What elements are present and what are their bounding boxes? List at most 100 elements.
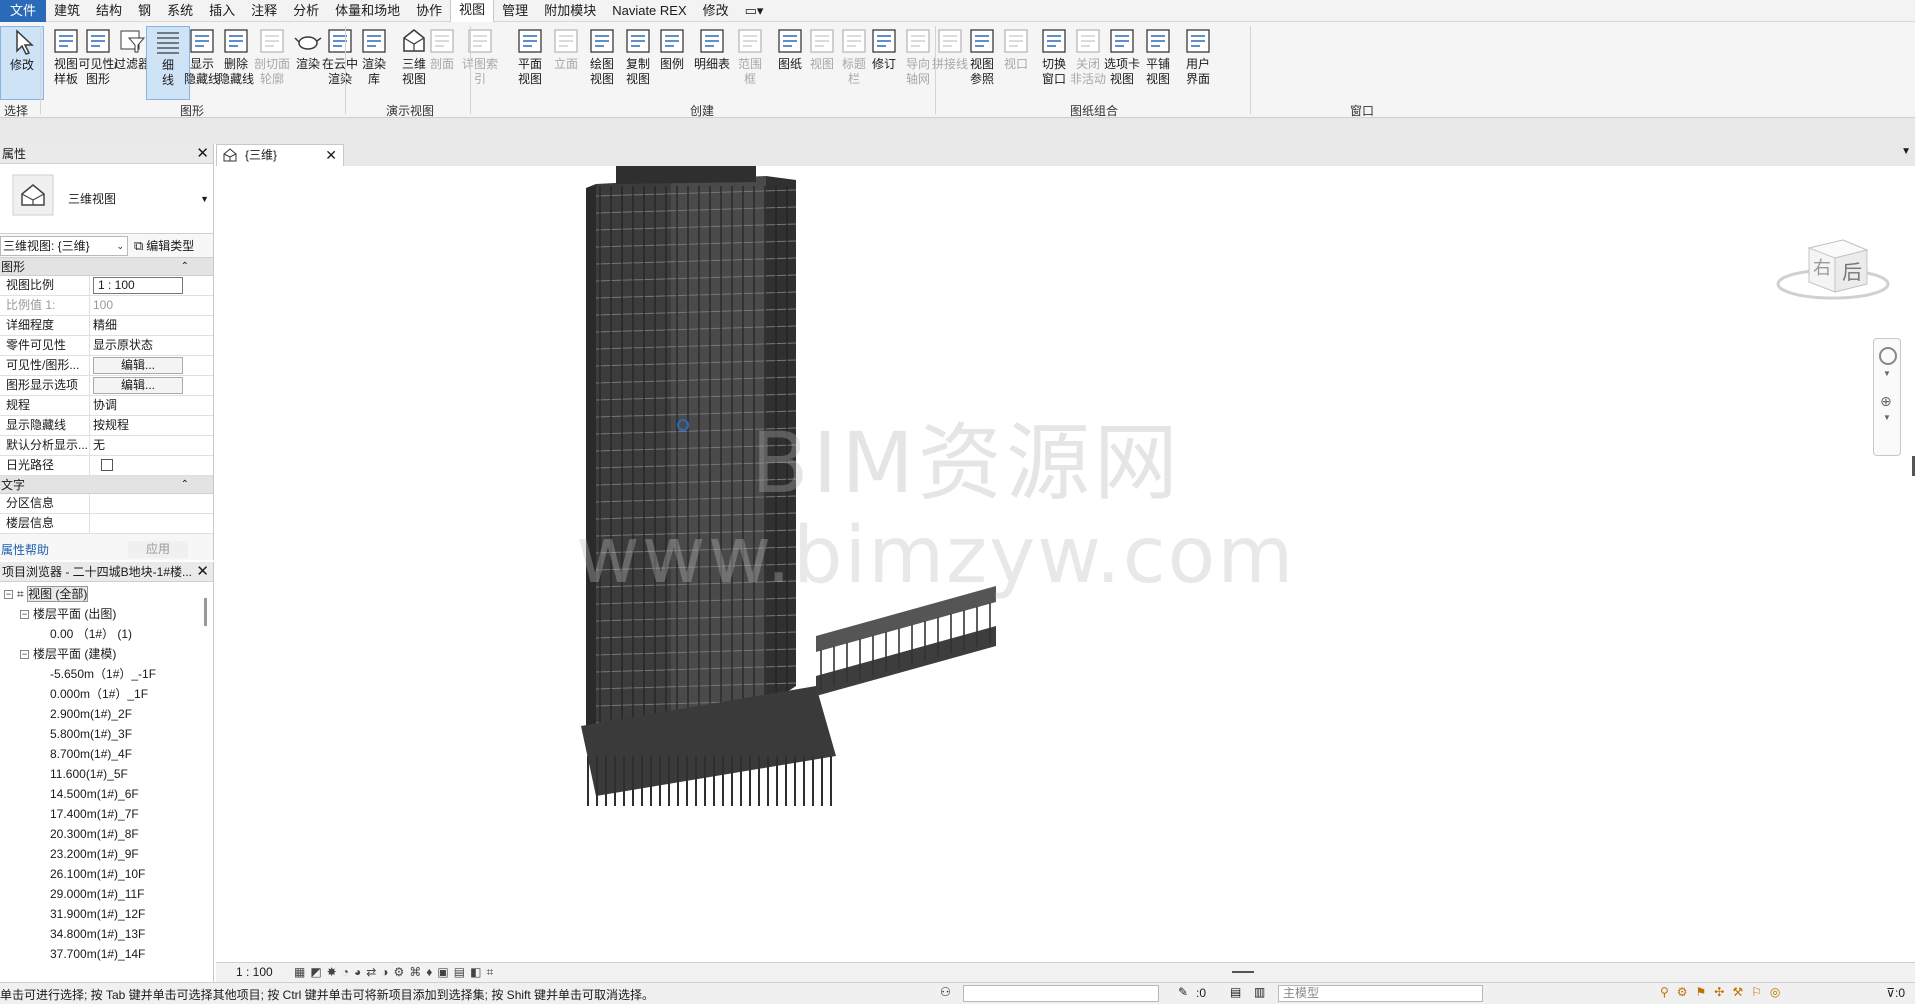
view-instance-select[interactable]: 三维视图: {三维} ⌄ <box>0 235 128 256</box>
browser-tree-item[interactable]: 29.000m(1#)_11F <box>0 884 213 904</box>
ribbon-button[interactable]: 用户 界面 <box>1176 26 1220 87</box>
collapse-icon[interactable]: ⌃ <box>181 476 189 494</box>
menu-tab[interactable]: 文件 <box>0 0 47 22</box>
menu-tab[interactable]: 钢 <box>130 0 159 22</box>
property-value[interactable]: 100 <box>90 296 184 315</box>
property-value[interactable] <box>90 456 184 475</box>
property-value[interactable] <box>90 514 184 533</box>
browser-tree-item[interactable]: 23.200m(1#)_9F <box>0 844 213 864</box>
property-value[interactable]: 协调 <box>90 396 184 415</box>
menu-tab[interactable]: 附加模块 <box>536 0 604 22</box>
ribbon-button[interactable]: 详图索引 <box>458 26 502 87</box>
property-value[interactable]: 编辑... <box>90 356 184 375</box>
menu-tab[interactable]: 协作 <box>408 0 450 22</box>
browser-tree-item[interactable]: − ⌗ 视图 (全部) <box>0 584 213 604</box>
menu-tab[interactable]: 视图 <box>450 0 495 22</box>
browser-tree-item[interactable]: 2.900m(1#)_2F <box>0 704 213 724</box>
ribbon-button[interactable]: 渲染 库 <box>352 26 396 87</box>
model-select[interactable]: 主模型 <box>1278 985 1483 1002</box>
view-control-icons[interactable]: ▦◩✸◔◕⇄◑⚙⌘♦▣▤◧⌗ <box>294 965 498 980</box>
sun-path-checkbox[interactable] <box>101 459 113 471</box>
close-icon[interactable]: ✕ <box>325 145 337 165</box>
property-value[interactable]: 显示原状态 <box>90 336 184 355</box>
property-value[interactable] <box>90 494 184 513</box>
collapse-icon[interactable]: ⌃ <box>181 258 189 276</box>
browser-tree-item[interactable]: 8.700m(1#)_4F <box>0 744 213 764</box>
close-icon[interactable]: ✕ <box>196 144 209 164</box>
browser-tree-item[interactable]: 37.700m(1#)_14F <box>0 944 213 964</box>
ribbon-button[interactable]: 修改 <box>0 26 44 100</box>
browser-tree-item[interactable]: 0.00 （1#） (1) <box>0 624 213 644</box>
ribbon-button[interactable]: 平铺 视图 <box>1136 26 1180 87</box>
properties-help-link[interactable]: 属性帮助 <box>0 543 49 557</box>
edit-button[interactable]: 编辑... <box>93 377 183 394</box>
ribbon-panel-label[interactable]: 图形 <box>180 102 204 119</box>
close-icon[interactable]: ✕ <box>196 562 209 582</box>
ribbon-button[interactable]: 范围 框 <box>728 26 772 87</box>
type-selector[interactable]: 三维视图 ▼ <box>0 164 213 234</box>
ribbon-panel-label[interactable]: 选择 <box>4 102 28 119</box>
browser-tree-item[interactable]: -5.650m（1#）_-1F <box>0 664 213 684</box>
edit-button[interactable]: 编辑... <box>93 357 183 374</box>
property-section-header[interactable]: 图形 ⌃ <box>0 258 213 276</box>
property-value[interactable]: 无 <box>90 436 184 455</box>
property-value[interactable]: 精细 <box>90 316 184 335</box>
workset-select[interactable] <box>963 985 1159 1002</box>
property-section-header[interactable]: 文字 ⌃ <box>0 476 213 494</box>
ribbon-button[interactable]: 图例 <box>650 26 694 72</box>
menu-tab[interactable]: 插入 <box>201 0 243 22</box>
editable-only-icon[interactable]: ✎ <box>1178 985 1188 999</box>
menu-tab[interactable]: 注释 <box>243 0 285 22</box>
tab-3d-view[interactable]: {三维} ✕ <box>216 144 344 166</box>
browser-tree-item[interactable]: 34.800m(1#)_13F <box>0 924 213 944</box>
filter-count[interactable]: ⊽:0 <box>1886 986 1905 1000</box>
browser-tree-item[interactable]: 31.900m(1#)_12F <box>0 904 213 924</box>
menu-tab[interactable]: 管理 <box>494 0 536 22</box>
viewcube-face[interactable]: 后 <box>1842 260 1862 284</box>
selection-option-icons[interactable]: ⚲⚙⚑✣⚒⚐◎ <box>1660 985 1788 999</box>
viewcube[interactable]: 后 右 <box>1773 226 1893 316</box>
horizontal-scrollbar-thumb[interactable] <box>1232 971 1254 973</box>
browser-tree-item[interactable]: 14.500m(1#)_6F <box>0 784 213 804</box>
scrollbar-thumb[interactable] <box>204 598 207 626</box>
ribbon-panel-label[interactable]: 创建 <box>690 102 714 119</box>
zoom-icon[interactable]: ⊕ <box>1880 393 1892 410</box>
browser-tree-item[interactable]: 17.400m(1#)_7F <box>0 804 213 824</box>
chevron-down-icon[interactable]: ▼ <box>1883 369 1891 378</box>
browser-tree-item[interactable]: 11.600(1#)_5F <box>0 764 213 784</box>
chevron-down-icon[interactable]: ▼ <box>200 194 209 204</box>
workset-icon[interactable]: ⚇ <box>940 985 951 999</box>
view-scale[interactable]: 1 : 100 <box>236 965 273 979</box>
menu-tab[interactable]: 建筑 <box>46 0 88 22</box>
browser-tree-item[interactable]: − 楼层平面 (出图) <box>0 604 213 624</box>
ribbon-panel-label[interactable]: 窗口 <box>1350 102 1374 119</box>
3d-viewport[interactable]: BIM资源网 www.bimzyw.com 后 右 ▼ ⊕ ▼ <box>216 166 1915 962</box>
property-value[interactable]: 1 : 100 <box>90 276 184 295</box>
tree-toggle-icon[interactable]: − <box>20 610 29 620</box>
menu-tab[interactable]: Naviate REX <box>604 0 694 22</box>
browser-tree-item[interactable]: 0.000m（1#）_1F <box>0 684 213 704</box>
browser-tree-item[interactable]: − 楼层平面 (建模) <box>0 644 213 664</box>
menu-tab[interactable]: 系统 <box>159 0 201 22</box>
browser-tree-item[interactable]: 20.300m(1#)_8F <box>0 824 213 844</box>
property-value[interactable]: 按规程 <box>90 416 184 435</box>
menu-tab[interactable]: 体量和场地 <box>327 0 408 22</box>
design-options-icon[interactable]: ▤ <box>1230 985 1241 999</box>
apply-button[interactable]: 应用 <box>128 541 188 558</box>
tree-toggle-icon[interactable]: − <box>4 590 13 600</box>
ribbon-toggle-icon[interactable]: ▭▾ <box>737 0 772 22</box>
property-value[interactable]: 编辑... <box>90 376 184 395</box>
chevron-down-icon[interactable]: ▼ <box>1883 413 1891 422</box>
ribbon-panel-label[interactable]: 演示视图 <box>386 102 434 119</box>
browser-tree-item[interactable]: 5.800m(1#)_3F <box>0 724 213 744</box>
edit-type-button[interactable]: 编辑类型 <box>146 237 194 254</box>
options-icon[interactable]: ▥ <box>1254 985 1265 999</box>
tree-toggle-icon[interactable]: − <box>20 650 29 660</box>
ribbon-panel-label[interactable]: 图纸组合 <box>1070 102 1118 119</box>
scale-field[interactable]: 1 : 100 <box>93 277 183 294</box>
menu-tab[interactable]: 分析 <box>285 0 327 22</box>
menu-tab[interactable]: 结构 <box>88 0 130 22</box>
steering-wheel-icon[interactable] <box>1879 347 1897 365</box>
browser-tree-item[interactable]: 26.100m(1#)_10F <box>0 864 213 884</box>
chevron-down-icon[interactable]: ▼ <box>1901 146 1911 157</box>
